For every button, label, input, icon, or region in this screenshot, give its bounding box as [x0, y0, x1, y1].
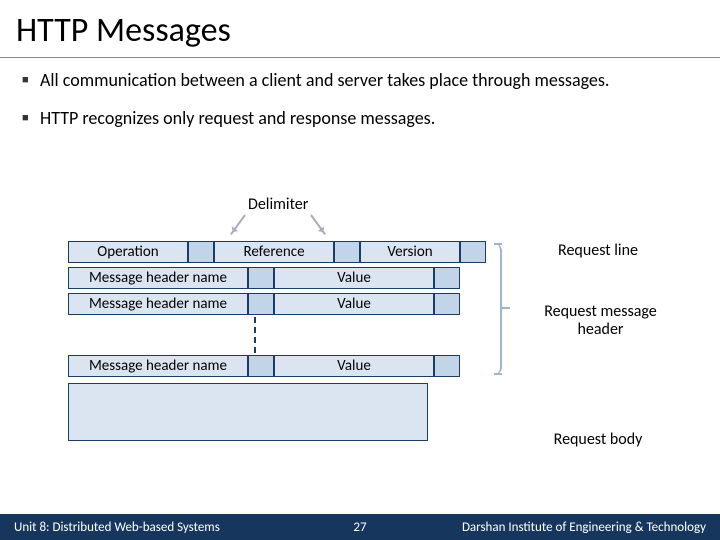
delimiter-cell [434, 267, 460, 289]
label-request-line: Request line [543, 241, 653, 260]
delimiter-cell [434, 355, 460, 377]
http-message-diagram: Delimiter Operation Reference Version Me… [48, 195, 688, 495]
delimiter-cell [434, 293, 460, 315]
slide-footer: Unit 8: Distributed Web-based Systems 27… [0, 514, 720, 540]
footer-left: Unit 8: Distributed Web-based Systems [14, 520, 220, 535]
delimiter-cell [334, 241, 360, 263]
request-body-box [68, 383, 428, 441]
brace-icon [488, 243, 502, 375]
label-request-header: Request message header [523, 303, 678, 338]
header-value-cell: Value [274, 293, 434, 315]
slide-title: HTTP Messages [0, 0, 720, 58]
delimiter-cell [460, 241, 486, 263]
footer-right: Darshan Institute of Engineering & Techn… [462, 520, 706, 535]
arrow-icon [230, 214, 246, 235]
request-version-cell: Version [360, 241, 460, 263]
brace-icon [502, 307, 510, 309]
request-reference-cell: Reference [214, 241, 334, 263]
delimiter-cell [188, 241, 214, 263]
header-value-cell: Value [274, 267, 434, 289]
bullet-list: All communication between a client and s… [0, 58, 720, 131]
footer-page-number: 27 [353, 520, 366, 535]
arrow-icon [310, 214, 326, 235]
header-value-cell: Value [274, 355, 434, 377]
bullet-item: All communication between a client and s… [40, 68, 692, 92]
header-name-cell: Message header name [68, 355, 248, 377]
header-name-cell: Message header name [68, 293, 248, 315]
vertical-ellipsis [254, 317, 256, 353]
bullet-item: HTTP recognizes only request and respons… [40, 106, 692, 130]
delimiter-cell [248, 293, 274, 315]
delimiter-cell [248, 267, 274, 289]
request-operation-cell: Operation [68, 241, 188, 263]
header-name-cell: Message header name [68, 267, 248, 289]
label-request-body: Request body [543, 430, 653, 449]
delimiter-label: Delimiter [248, 195, 308, 214]
delimiter-cell [248, 355, 274, 377]
